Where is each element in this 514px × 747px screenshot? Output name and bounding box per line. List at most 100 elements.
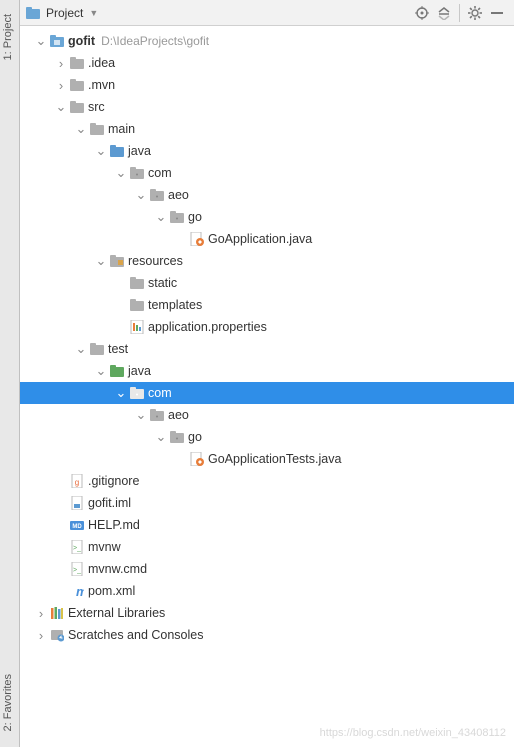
tree-label: application.properties	[146, 320, 267, 334]
tree-row[interactable]: ⌄ com	[20, 162, 514, 184]
file-sh-icon: >_	[68, 540, 86, 554]
tree-row[interactable]: >application.properties	[20, 316, 514, 338]
java-main-icon	[188, 452, 206, 466]
toolbar-title[interactable]: Project	[46, 6, 83, 20]
tree-label: com	[146, 166, 172, 180]
tree-row[interactable]: >GoApplicationTests.java	[20, 448, 514, 470]
chevron-right-icon[interactable]: ›	[34, 606, 48, 621]
tree-label: pom.xml	[86, 584, 135, 598]
tree-row[interactable]: ⌄ java	[20, 140, 514, 162]
tree-label: go	[186, 210, 202, 224]
chevron-down-icon[interactable]: ▼	[89, 8, 98, 18]
toolbar-separator	[459, 4, 460, 22]
tree-row[interactable]: >>_mvnw.cmd	[20, 558, 514, 580]
tree-row[interactable]: ⌄ test	[20, 338, 514, 360]
folder-icon	[128, 299, 146, 311]
project-toolbar: Project ▼	[20, 0, 514, 26]
chevron-down-icon[interactable]: ⌄	[114, 385, 128, 401]
chevron-down-icon[interactable]: ⌄	[114, 165, 128, 181]
tree-row[interactable]: ⌄ resources	[20, 250, 514, 272]
tree-label: resources	[126, 254, 183, 268]
folder-icon	[88, 123, 106, 135]
tree-label: GoApplication.java	[206, 232, 312, 246]
chevron-down-icon[interactable]: ⌄	[154, 209, 168, 225]
chevron-down-icon[interactable]: ⌄	[134, 187, 148, 203]
res-folder-icon	[108, 255, 126, 267]
tree-row[interactable]: ›External Libraries	[20, 602, 514, 624]
chevron-down-icon[interactable]: ⌄	[34, 33, 48, 49]
side-rail: 1: Project 2: Favorites	[0, 0, 20, 747]
tree-label: templates	[146, 298, 202, 312]
tree-row[interactable]: >gofit.iml	[20, 492, 514, 514]
tree-row[interactable]: >GoApplication.java	[20, 228, 514, 250]
chevron-right-icon[interactable]: ›	[54, 56, 68, 71]
tree-row[interactable]: ›.mvn	[20, 74, 514, 96]
tree-row[interactable]: ⌄gofitD:\IdeaProjects\gofit	[20, 30, 514, 52]
collapse-all-icon[interactable]	[433, 2, 455, 24]
module-icon	[48, 35, 66, 47]
hide-icon[interactable]	[486, 2, 508, 24]
scratches-icon	[48, 628, 66, 642]
tree-label: mvnw.cmd	[86, 562, 147, 576]
package-icon	[148, 409, 166, 421]
tree-label: src	[86, 100, 105, 114]
chevron-down-icon[interactable]: ⌄	[94, 363, 108, 379]
chevron-down-icon[interactable]: ⌄	[74, 341, 88, 357]
tree-row[interactable]: ⌄ main	[20, 118, 514, 140]
folder-icon	[68, 79, 86, 91]
file-md-icon: MD	[68, 518, 86, 532]
chevron-down-icon[interactable]: ⌄	[94, 143, 108, 159]
tree-label: mvnw	[86, 540, 121, 554]
tree-label: aeo	[166, 188, 189, 202]
chevron-down-icon[interactable]: ⌄	[74, 121, 88, 137]
tree-row[interactable]: ⌄ aeo	[20, 184, 514, 206]
tree-row[interactable]: >mpom.xml	[20, 580, 514, 602]
tree-row[interactable]: ⌄ src	[20, 96, 514, 118]
tree-row[interactable]: ⌄ go	[20, 426, 514, 448]
project-tree[interactable]: ⌄gofitD:\IdeaProjects\gofit›.idea›.mvn ⌄ s…	[20, 26, 514, 747]
tree-label: static	[146, 276, 177, 290]
tree-label: go	[186, 430, 202, 444]
folder-icon	[88, 343, 106, 355]
tree-row[interactable]: >MDHELP.md	[20, 514, 514, 536]
svg-text:>_: >_	[73, 545, 81, 552]
gear-icon[interactable]	[464, 2, 486, 24]
project-view-icon	[26, 7, 40, 19]
tree-row[interactable]: ⌄ com	[20, 382, 514, 404]
tree-label: .gitignore	[86, 474, 139, 488]
folder-icon	[68, 57, 86, 69]
tree-label: com	[146, 386, 172, 400]
package-icon	[128, 387, 146, 399]
chevron-down-icon[interactable]: ⌄	[54, 99, 68, 115]
src-folder-icon	[108, 145, 126, 157]
chevron-right-icon[interactable]: ›	[34, 628, 48, 643]
package-icon	[168, 211, 186, 223]
tree-label: main	[106, 122, 135, 136]
folder-icon	[128, 277, 146, 289]
tree-label: test	[106, 342, 128, 356]
locate-icon[interactable]	[411, 2, 433, 24]
tree-row[interactable]: >g.gitignore	[20, 470, 514, 492]
file-git-icon: g	[68, 474, 86, 488]
chevron-right-icon[interactable]: ›	[54, 78, 68, 93]
tree-row[interactable]: ›.idea	[20, 52, 514, 74]
java-main-icon	[188, 232, 206, 246]
tree-row[interactable]: ⌄java	[20, 360, 514, 382]
tree-row[interactable]: >static	[20, 272, 514, 294]
tree-label: java	[126, 144, 151, 158]
rail-tab-project[interactable]: 1: Project	[0, 6, 16, 68]
rail-tab-favorites[interactable]: 2: Favorites	[0, 666, 16, 739]
tree-row[interactable]: › Scratches and Consoles	[20, 624, 514, 646]
tree-row[interactable]: ⌄ go	[20, 206, 514, 228]
tree-row[interactable]: ⌄aeo	[20, 404, 514, 426]
chevron-down-icon[interactable]: ⌄	[134, 407, 148, 423]
props-icon	[128, 320, 146, 334]
chevron-down-icon[interactable]: ⌄	[94, 253, 108, 269]
package-icon	[148, 189, 166, 201]
file-sh-icon: >_	[68, 562, 86, 576]
tree-row[interactable]: >templates	[20, 294, 514, 316]
tree-label: Scratches and Consoles	[66, 628, 204, 642]
chevron-down-icon[interactable]: ⌄	[154, 429, 168, 445]
tree-row[interactable]: >>_mvnw	[20, 536, 514, 558]
svg-text:>_: >_	[73, 567, 81, 574]
